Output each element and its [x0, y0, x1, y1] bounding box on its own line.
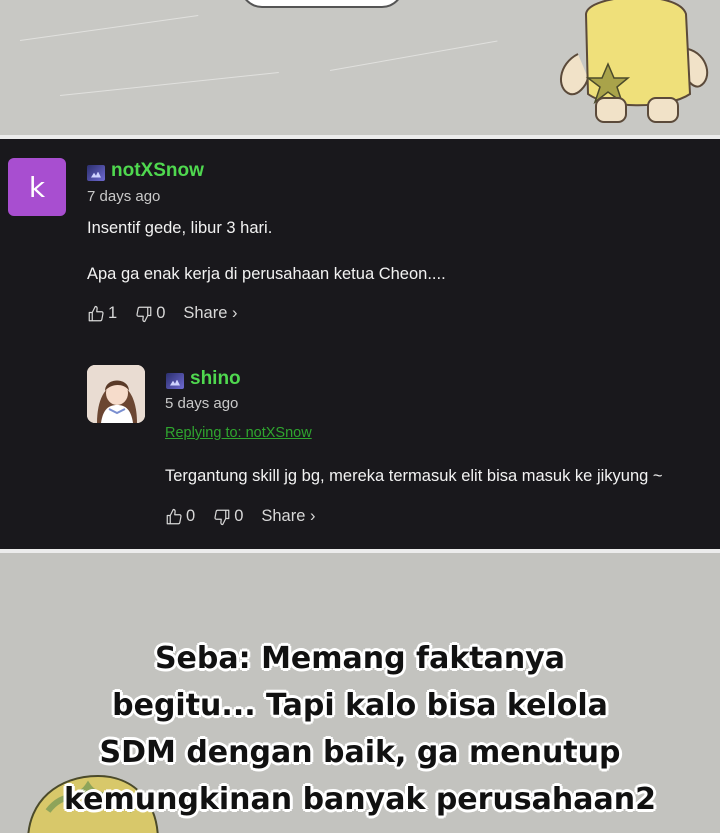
background-streak: [0, 553, 180, 559]
comment-text-line: Apa ga enak kerja di perusahaan ketua Ch…: [87, 265, 446, 283]
username[interactable]: shino: [190, 368, 241, 390]
timestamp: 5 days ago: [165, 395, 239, 412]
manga-dialogue-line: SDM dengan baik, ga menutup: [99, 735, 621, 770]
thumbs-up-icon: [166, 508, 182, 524]
downvote-count: 0: [156, 304, 166, 322]
character-illustration: [560, 0, 709, 123]
share-button[interactable]: Share ›: [183, 304, 237, 323]
comment-actions: 1 0 Share ›: [87, 304, 237, 323]
user-rank-icon: [87, 162, 111, 181]
replying-to-link[interactable]: Replying to: notXSnow: [165, 425, 312, 441]
upvote-button[interactable]: 1: [87, 304, 117, 323]
upvote-count: 0: [186, 507, 196, 525]
avatar[interactable]: [87, 365, 145, 423]
share-button[interactable]: Share ›: [261, 507, 315, 526]
downvote-button[interactable]: 0: [135, 304, 165, 323]
timestamp: 7 days ago: [87, 188, 161, 205]
thumbs-down-icon: [214, 509, 230, 525]
speech-bubble-edge: [240, 0, 404, 8]
background-streak: [329, 40, 498, 71]
rank-badge-icon: [166, 372, 184, 389]
avatar-image: [87, 365, 145, 423]
username[interactable]: notXSnow: [111, 160, 204, 182]
background-streak: [0, 553, 199, 562]
comments-section: k notXSnow 7 days ago Insentif gede, lib…: [0, 135, 720, 553]
comment-text-line: Insentif gede, libur 3 hari.: [87, 219, 273, 237]
manga-dialogue-line: Seba: Memang faktanya: [154, 641, 566, 676]
manga-panel-top: [0, 0, 720, 136]
rank-badge-icon: [87, 164, 105, 181]
manga-panel-bottom: Seba: Memang faktanya begitu... Tapi kal…: [0, 553, 720, 833]
background-streak: [59, 72, 279, 96]
thumbs-down-icon: [136, 306, 152, 322]
comment-actions: 0 0 Share ›: [165, 507, 315, 526]
user-rank-icon: [166, 370, 190, 389]
background-streak: [1, 553, 219, 566]
manga-dialogue-line: kemungkinan banyak perusahaan2: [63, 782, 656, 817]
avatar-letter: k: [28, 170, 46, 204]
background-streak: [19, 14, 199, 41]
manga-dialogue-line: begitu... Tapi kalo bisa kelola: [112, 688, 608, 723]
downvote-count: 0: [234, 507, 244, 525]
upvote-count: 1: [108, 304, 118, 322]
thumbs-up-icon: [88, 305, 104, 321]
avatar[interactable]: k: [8, 158, 66, 216]
comment-text-line: Tergantung skill jg bg, mereka termasuk …: [165, 467, 663, 485]
upvote-button[interactable]: 0: [165, 507, 195, 526]
downvote-button[interactable]: 0: [213, 507, 243, 526]
